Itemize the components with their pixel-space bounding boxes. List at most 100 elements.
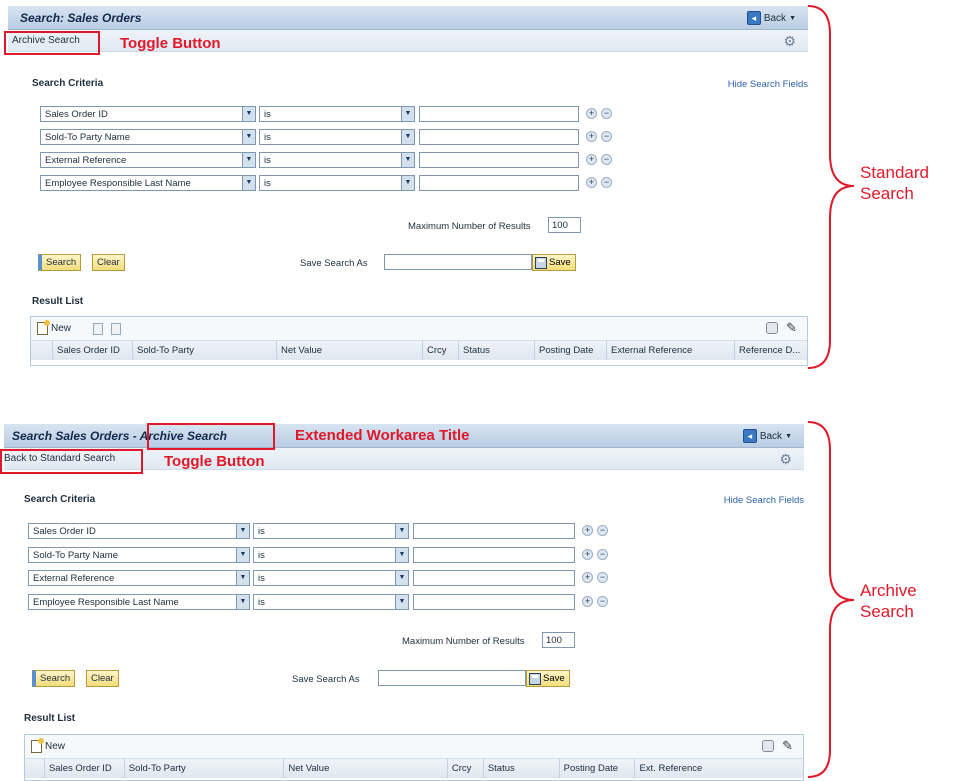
remove-row-icon[interactable]: − <box>597 549 608 560</box>
column-header[interactable]: Status <box>484 759 560 778</box>
operator-select[interactable]: is ▼ <box>259 175 415 191</box>
dropdown-arrow-icon: ▼ <box>236 524 249 538</box>
remove-row-icon[interactable]: − <box>597 525 608 536</box>
add-row-icon[interactable]: + <box>586 177 597 188</box>
toggle-button-highlight <box>4 31 100 55</box>
operator-select[interactable]: is ▼ <box>253 570 409 586</box>
standard-search-annotation: Standard Search <box>860 162 929 204</box>
column-header[interactable]: Reference D... <box>735 341 807 360</box>
column-header[interactable]: Posting Date <box>535 341 607 360</box>
add-row-icon[interactable]: + <box>582 596 593 607</box>
archive-search-brace <box>807 421 855 778</box>
archive-search-annotation-line1: Archive <box>860 581 917 600</box>
delete-icon[interactable] <box>93 323 103 335</box>
criteria-value-input[interactable] <box>419 129 579 145</box>
gear-icon[interactable]: ⚙ <box>779 451 792 468</box>
pencil-icon[interactable]: ✎ <box>782 739 793 752</box>
chevron-down-icon: ▼ <box>789 14 796 22</box>
remove-row-icon[interactable]: − <box>601 131 612 142</box>
select-all-cell[interactable] <box>31 341 53 360</box>
operator-select[interactable]: is ▼ <box>259 106 415 122</box>
search-button[interactable]: Search <box>32 670 76 687</box>
max-results-input[interactable]: 100 <box>542 632 575 648</box>
print-icon[interactable] <box>766 322 779 334</box>
back-button[interactable]: ◂ Back ▼ <box>742 428 792 444</box>
column-header[interactable]: Net Value <box>277 341 423 360</box>
operator-select[interactable]: is ▼ <box>253 594 409 610</box>
standard-search-brace <box>807 5 855 369</box>
field-select[interactable]: External Reference ▼ <box>40 152 256 168</box>
add-row-icon[interactable]: + <box>586 108 597 119</box>
column-header[interactable]: Sales Order ID <box>53 341 133 360</box>
remove-row-icon[interactable]: − <box>601 154 612 165</box>
back-icon: ◂ <box>742 429 757 443</box>
hide-search-fields-link[interactable]: Hide Search Fields <box>724 495 804 506</box>
field-select[interactable]: Sold-To Party Name ▼ <box>40 129 256 145</box>
field-select[interactable]: Employee Responsible Last Name ▼ <box>28 594 250 610</box>
remove-row-icon[interactable]: − <box>601 108 612 119</box>
field-select-value: Sales Order ID <box>33 526 96 537</box>
field-select[interactable]: Sales Order ID ▼ <box>40 106 256 122</box>
new-document-icon <box>31 738 44 753</box>
extended-title-annotation: Extended Workarea Title <box>295 427 470 444</box>
add-row-icon[interactable]: + <box>582 549 593 560</box>
result-list: New ✎ Sales Order ID Sold-To Party Net V… <box>24 734 804 781</box>
criteria-value-input[interactable] <box>419 106 579 122</box>
criteria-value-input[interactable] <box>413 570 575 586</box>
criteria-value-input[interactable] <box>419 152 579 168</box>
operator-select[interactable]: is ▼ <box>253 547 409 563</box>
max-results-input[interactable]: 100 <box>548 217 581 233</box>
add-row-icon[interactable]: + <box>586 154 597 165</box>
column-header[interactable]: Sold-To Party <box>125 759 285 778</box>
operator-select-value: is <box>264 132 271 143</box>
field-select[interactable]: Employee Responsible Last Name ▼ <box>40 175 256 191</box>
column-header[interactable]: Sales Order ID <box>45 759 125 778</box>
add-row-icon[interactable]: + <box>582 572 593 583</box>
criteria-value-input[interactable] <box>413 594 575 610</box>
column-header[interactable]: Status <box>459 341 535 360</box>
criteria-value-input[interactable] <box>413 523 575 539</box>
save-search-input[interactable] <box>384 254 532 270</box>
field-select[interactable]: External Reference ▼ <box>28 570 250 586</box>
new-button[interactable]: New <box>37 320 71 335</box>
field-select[interactable]: Sold-To Party Name ▼ <box>28 547 250 563</box>
operator-select[interactable]: is ▼ <box>253 523 409 539</box>
gear-icon[interactable]: ⚙ <box>783 33 796 50</box>
column-header[interactable]: Crcy <box>448 759 484 778</box>
column-header[interactable]: Posting Date <box>560 759 636 778</box>
remove-row-icon[interactable]: − <box>601 177 612 188</box>
column-header[interactable]: Net Value <box>284 759 448 778</box>
select-all-cell[interactable] <box>25 759 45 778</box>
save-search-label: Save Search As <box>300 258 368 269</box>
back-button[interactable]: ◂ Back ▼ <box>746 10 796 26</box>
field-select-value: External Reference <box>33 573 115 584</box>
new-document-icon <box>37 320 50 335</box>
operator-select[interactable]: is ▼ <box>259 129 415 145</box>
dropdown-arrow-icon: ▼ <box>395 524 408 538</box>
remove-row-icon[interactable]: − <box>597 596 608 607</box>
print-icon[interactable] <box>762 740 775 752</box>
pencil-icon[interactable]: ✎ <box>786 321 797 334</box>
clear-button[interactable]: Clear <box>92 254 125 271</box>
add-row-icon[interactable]: + <box>582 525 593 536</box>
remove-row-icon[interactable]: − <box>597 572 608 583</box>
column-header[interactable]: External Reference <box>607 341 735 360</box>
criteria-value-input[interactable] <box>419 175 579 191</box>
operator-select[interactable]: is ▼ <box>259 152 415 168</box>
add-row-icon[interactable]: + <box>586 131 597 142</box>
field-select[interactable]: Sales Order ID ▼ <box>28 523 250 539</box>
new-button[interactable]: New <box>31 738 65 753</box>
save-search-input[interactable] <box>378 670 526 686</box>
field-select-value: Sold-To Party Name <box>33 550 119 561</box>
hide-search-fields-link[interactable]: Hide Search Fields <box>728 79 808 90</box>
column-header[interactable]: Sold-To Party <box>133 341 277 360</box>
copy-icon[interactable] <box>111 323 121 335</box>
column-header[interactable]: Ext. Reference <box>635 759 803 778</box>
clear-button[interactable]: Clear <box>86 670 119 687</box>
criteria-value-input[interactable] <box>413 547 575 563</box>
extended-title-highlight <box>147 423 275 450</box>
column-header[interactable]: Crcy <box>423 341 459 360</box>
save-button[interactable]: Save <box>526 670 570 687</box>
save-button[interactable]: Save <box>532 254 576 271</box>
search-button[interactable]: Search <box>38 254 82 271</box>
